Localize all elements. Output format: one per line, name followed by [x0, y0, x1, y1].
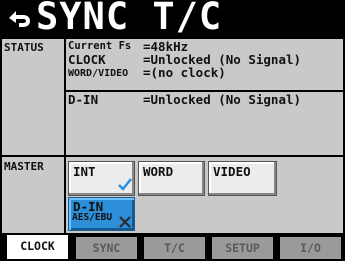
check-icon [118, 178, 132, 191]
tab-bar: CLOCK SYNC T/C SETUP I/O [0, 235, 345, 261]
master-word-button[interactable]: WORD [138, 161, 205, 196]
tab-setup[interactable]: SETUP [212, 237, 273, 259]
int-label: INT [73, 164, 96, 179]
din-status-cell: D-IN =Unlocked (No Signal) [66, 92, 343, 155]
back-arrow-icon[interactable] [3, 6, 33, 32]
master-din-button[interactable]: D-IN AES/EBU [68, 197, 135, 231]
tab-tc[interactable]: T/C [144, 237, 205, 259]
page-title: SYNC T/C [36, 0, 223, 38]
clock-key: CLOCK [68, 52, 106, 67]
word-label: WORD [143, 164, 174, 179]
title-bar: SYNC T/C [0, 0, 345, 37]
sync-tc-screen: SYNC T/C STATUS Current Fs =48kHz CLOCK … [0, 0, 345, 261]
word-video-key: WORD/VIDEO [68, 68, 129, 79]
master-label-cell: MASTER [2, 157, 64, 233]
unavailable-x-icon [119, 216, 131, 228]
din-button-sublabel: AES/EBU [72, 212, 113, 223]
master-buttons-cell: INT WORD VIDEO D-IN AES/EBU [66, 157, 343, 233]
din-key: D-IN [68, 92, 99, 107]
tab-sync[interactable]: SYNC [76, 237, 137, 259]
main-panel: STATUS Current Fs =48kHz CLOCK =Unlocked… [0, 37, 345, 235]
tab-io[interactable]: I/O [280, 237, 341, 259]
video-label: VIDEO [213, 164, 251, 179]
status-label-cell: STATUS [2, 39, 64, 155]
din-value: =Unlocked (No Signal) [143, 92, 302, 107]
word-video-value: =(no clock) [143, 65, 226, 80]
tab-clock[interactable]: CLOCK [7, 235, 68, 259]
master-video-button[interactable]: VIDEO [208, 161, 277, 196]
master-label: MASTER [4, 160, 44, 173]
status-values-cell: Current Fs =48kHz CLOCK =Unlocked (No Si… [66, 39, 343, 90]
master-int-button[interactable]: INT [68, 161, 135, 196]
status-label: STATUS [4, 41, 44, 54]
